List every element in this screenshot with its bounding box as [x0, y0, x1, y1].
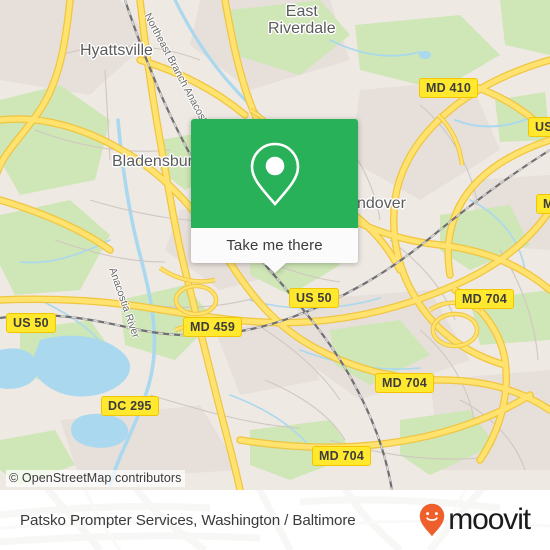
moovit-map-screenshot: Hyattsville Bladensburg East Riverdale n… — [0, 0, 550, 550]
moovit-wordmark: moovit — [448, 503, 531, 536]
osm-attribution[interactable]: © OpenStreetMap contributors — [6, 470, 185, 487]
moovit-logo[interactable]: moovit — [419, 503, 531, 537]
highway-shield-md-704-middle[interactable]: MD 704 — [375, 373, 434, 393]
map-popup[interactable]: Take me there — [191, 119, 358, 273]
popup-action-bar[interactable]: Take me there — [191, 228, 358, 273]
highway-shield-us[interactable]: US — [528, 117, 550, 137]
take-me-there-button[interactable]: Take me there — [226, 237, 322, 254]
page-title: Patsko Prompter Services, Washington / B… — [20, 511, 356, 529]
highway-shield-md[interactable]: MD — [536, 194, 550, 214]
moovit-pin-smiley-icon — [420, 503, 445, 537]
popup-pointer-tail — [263, 263, 286, 273]
highway-shield-md-704-lower[interactable]: MD 704 — [312, 446, 371, 466]
highway-shield-md-410[interactable]: MD 410 — [419, 78, 478, 98]
highway-shield-md-704-upper[interactable]: MD 704 — [455, 289, 514, 309]
highway-shield-md-459[interactable]: MD 459 — [183, 317, 242, 337]
highway-shield-us-50-center[interactable]: US 50 — [289, 288, 339, 308]
highway-shield-us-50-left[interactable]: US 50 — [6, 313, 56, 333]
popup-header — [191, 119, 358, 228]
map-canvas[interactable]: Hyattsville Bladensburg East Riverdale n… — [0, 0, 550, 490]
highway-shield-dc-295[interactable]: DC 295 — [101, 396, 159, 416]
footer-bar: Patsko Prompter Services, Washington / B… — [0, 490, 550, 550]
map-pin-icon — [250, 142, 299, 206]
footer-content: Patsko Prompter Services, Washington / B… — [0, 490, 550, 550]
